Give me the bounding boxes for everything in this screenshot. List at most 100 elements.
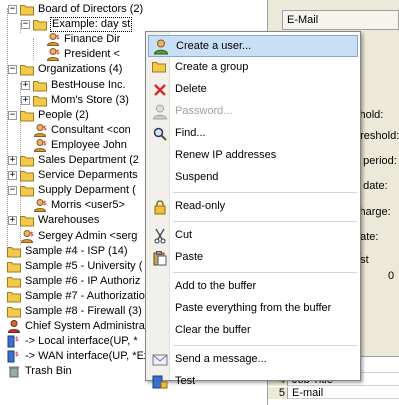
folder-icon [33,94,47,107]
folder-icon [20,154,34,167]
svg-text:$: $ [15,336,19,343]
tree-node-label: Board of Directors (2) [38,3,144,15]
menu-item-label: Create a user... [176,40,252,52]
menu-item-label: Clear the buffer [175,324,251,336]
user-icon: $ [20,229,34,243]
tree-node-label: President < [64,48,120,61]
svg-text:$: $ [15,351,19,358]
tree-node[interactable]: − Board of Directors (2) [0,2,267,17]
tree-node-label: Service Deparments [38,169,138,182]
menu-item-renew-ip-addresses[interactable]: Renew IP addresses [148,145,358,167]
user-add-icon [153,39,169,55]
tree-node-label: Employee John [51,138,127,151]
expand-toggle[interactable]: + [8,171,17,181]
svg-text:$: $ [43,140,47,147]
user-icon: $ [33,199,47,213]
expand-toggle[interactable]: + [21,80,30,90]
value-field: 0 [388,270,395,282]
svg-text:$: $ [56,34,60,41]
tree-node-label: Example: day st [50,17,133,33]
collapse-toggle[interactable]: − [8,5,17,14]
user-icon: $ [46,48,60,62]
collapse-toggle[interactable]: − [8,186,17,196]
folder-icon [7,290,21,303]
menu-item-suspend[interactable]: Suspend [148,167,358,189]
folder-icon [20,3,34,16]
menu-item-label: Cut [175,229,193,241]
tree-node-label: -> Local interface(UP, * [25,335,138,348]
folder-icon [7,305,21,318]
menu-separator [173,345,357,346]
menu-item-label: Create a group [175,61,249,73]
tree-node-label: Sample #6 - IP Authoriz [25,274,141,287]
message-icon [152,352,168,368]
svg-text:$: $ [30,231,34,238]
folder-icon [20,184,34,197]
tree-node-label: BestHouse Inc. [51,78,126,91]
menu-item-test[interactable]: Test [148,371,358,393]
collapse-toggle[interactable]: − [21,20,30,30]
test-icon [152,374,168,390]
tree-node-label: Supply Deparment ( [38,184,136,197]
menu-item-create-a-group[interactable]: Create a group [148,57,358,79]
tree-node-label: Sergey Admin <serg [38,229,138,242]
menu-item-send-a-message[interactable]: Send a message... [148,349,358,371]
folder-icon [7,245,21,258]
menu-separator [173,221,357,222]
menu-item-label: Renew IP addresses [175,149,277,161]
tree-node-label: Sales Department (2 [38,154,139,166]
trash-icon [7,365,21,378]
tree-node-label: Trash Bin [25,365,72,378]
email-column-header[interactable]: E-Mail [282,10,399,30]
menu-item-read-only[interactable]: Read-only [148,196,358,218]
menu-item-paste[interactable]: Paste [148,247,358,269]
menu-item-clear-the-buffer[interactable]: Clear the buffer [148,320,358,342]
folder-icon [7,260,21,273]
tree-node[interactable]: − Example: day st [0,17,267,33]
user-icon: $ [33,123,47,137]
find-icon [152,126,168,142]
svg-text:$: $ [43,125,47,132]
menu-item-label: Password... [175,105,233,117]
menu-item-label: Paste everything from the buffer [175,302,332,314]
menu-separator [173,192,357,193]
interface-icon: $ [7,335,21,348]
tree-node-label: Sample #4 - ISP (14) [25,244,128,257]
tree-node-label: Finance Dir [64,33,121,46]
expand-toggle[interactable]: + [8,216,17,226]
menu-item-label: Find... [175,127,206,139]
menu-item-label: Suspend [175,171,219,183]
lock-icon [152,199,168,215]
tree-node-label: Consultant <con [51,123,131,136]
menu-item-add-to-the-buffer[interactable]: Add to the buffer [148,276,358,298]
interface-icon: $ [7,350,21,363]
expand-toggle[interactable]: + [21,95,30,105]
menu-item-label: Send a message... [175,353,267,365]
password-icon [152,104,168,120]
menu-item-create-a-user[interactable]: Create a user... [148,35,358,57]
tree-node-label: Chief System Administra [25,320,145,333]
collapse-toggle[interactable]: − [8,65,17,75]
menu-item-label: Test [175,375,196,387]
menu-item-delete[interactable]: Delete [148,79,358,101]
folder-icon [20,214,34,227]
tree-node-label: Morris <user5> [51,199,125,212]
paste-icon [152,250,168,266]
folder-icon [33,18,47,31]
context-menu: Create a user... Create a group Delete Pass… [145,31,361,389]
folder-icon [33,79,47,92]
tree-node-label: Sample #7 - Authorizatio [25,289,145,302]
menu-item-find[interactable]: Find... [148,123,358,145]
menu-item-paste-everything-from-the-buffer[interactable]: Paste everything from the buffer [148,298,358,320]
menu-item-label: Read-only [175,200,226,212]
folder-icon [20,109,34,122]
tree-node-label: Warehouses [38,214,100,227]
expand-toggle[interactable]: + [8,156,17,165]
tree-node-label: People (2) [38,108,89,121]
tree-node-label: Sample #5 - University ( [25,259,143,272]
svg-text:$: $ [56,49,60,56]
delete-icon [152,82,168,98]
menu-item-cut[interactable]: Cut [148,225,358,247]
collapse-toggle[interactable]: − [8,110,17,120]
folder-icon [7,275,21,288]
